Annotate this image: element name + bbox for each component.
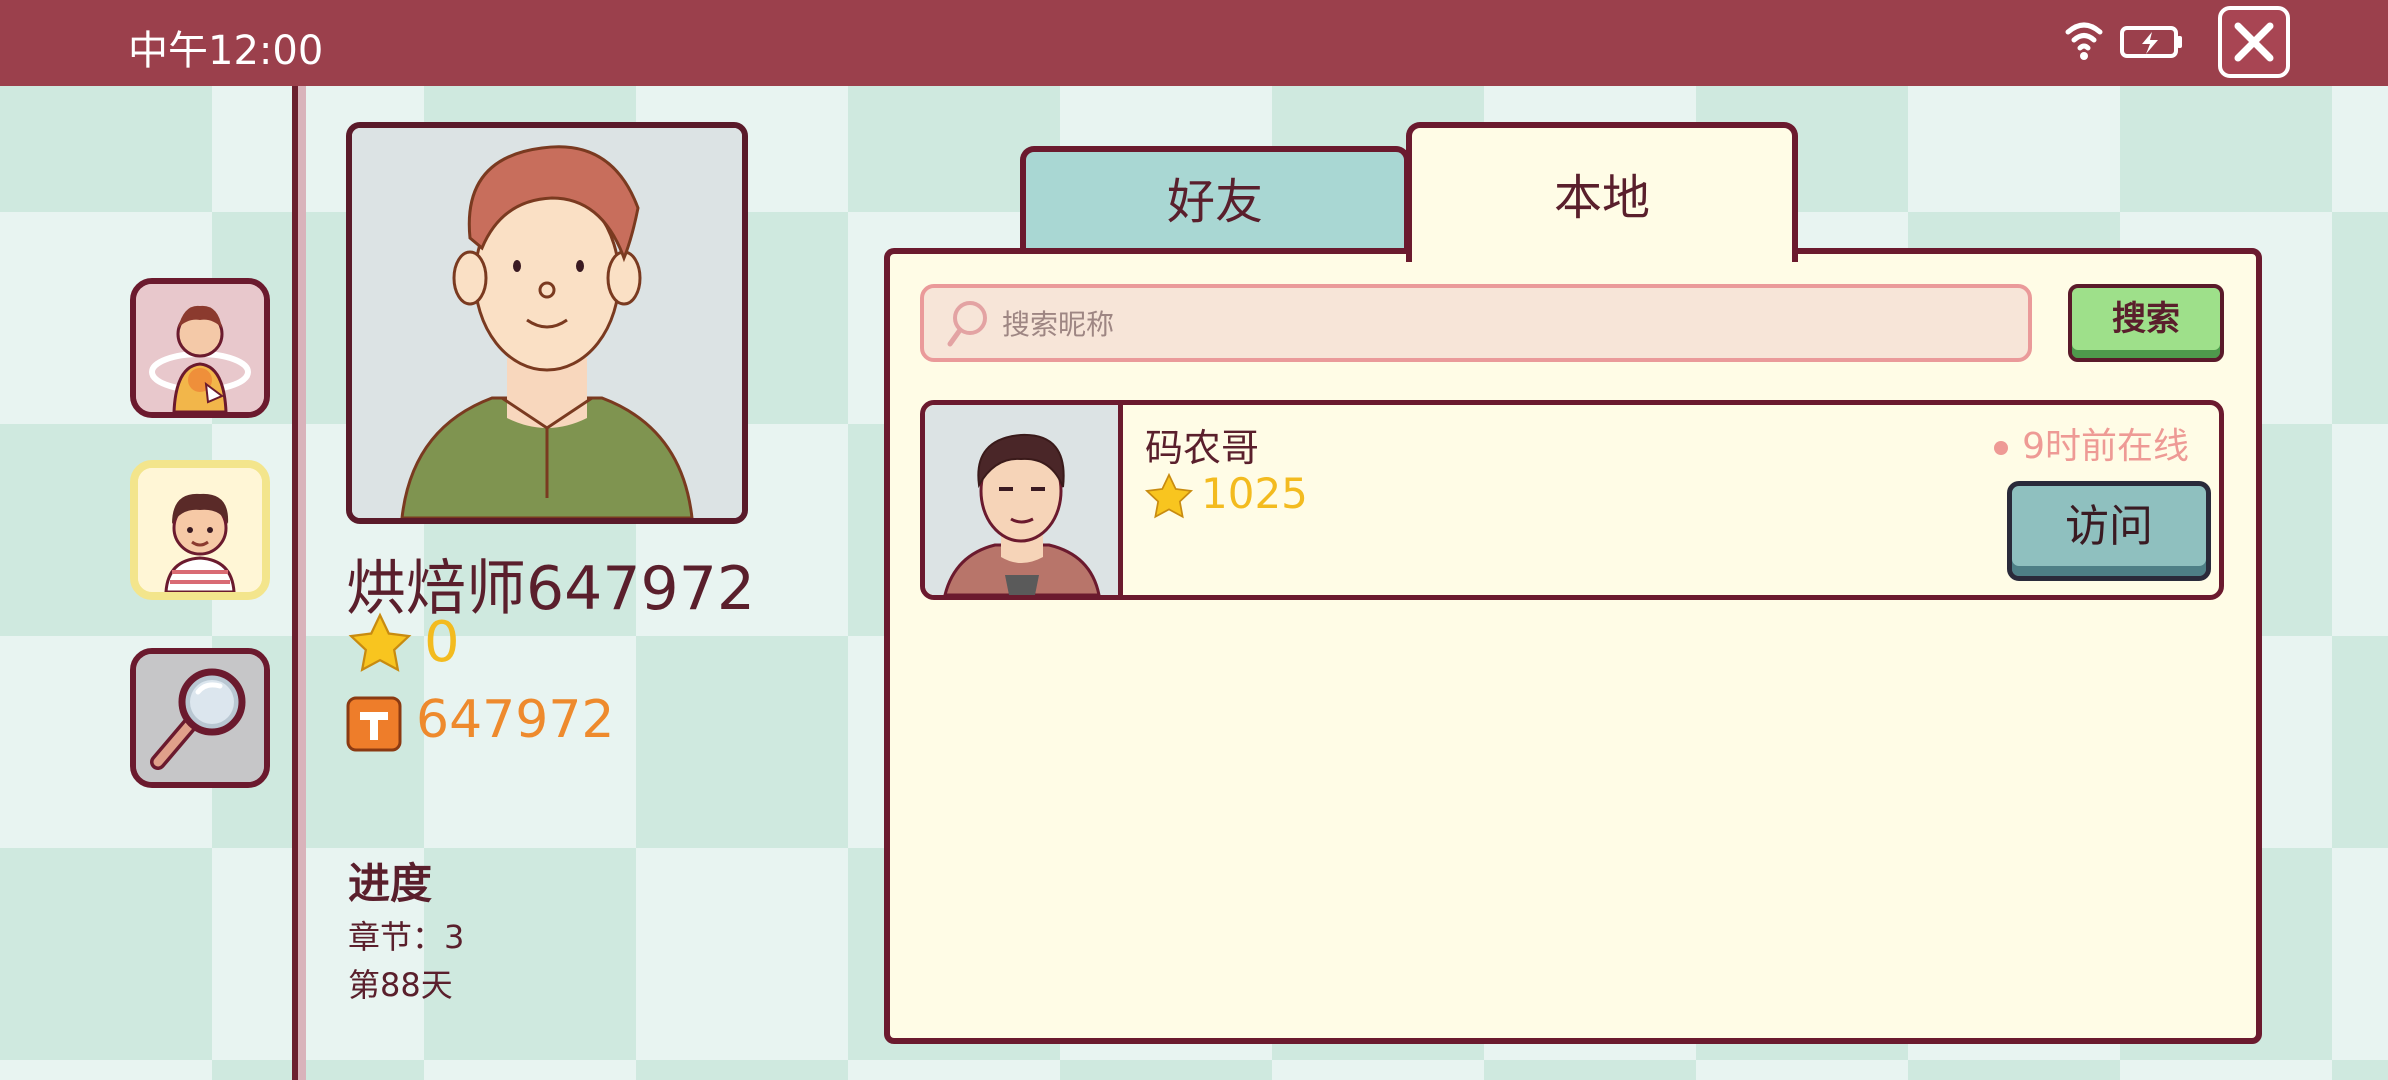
sidebar-divider xyxy=(292,86,306,1080)
wifi-icon xyxy=(2065,22,2103,60)
player-code-value: 647972 xyxy=(416,690,615,750)
search-button[interactable]: 搜索 xyxy=(2068,284,2224,362)
tab-local[interactable]: 本地 xyxy=(1406,122,1798,262)
online-status: 9时前在线 xyxy=(1994,417,2189,469)
friend-name: 码农哥 xyxy=(1145,426,1260,470)
sidebar-item-profile[interactable] xyxy=(130,460,270,600)
progress-title: 进度 xyxy=(348,859,433,908)
online-status-text: 9时前在线 xyxy=(2022,426,2189,467)
search-input[interactable] xyxy=(1000,288,2004,360)
star-icon xyxy=(1144,472,1194,519)
player-stars-count: 0 xyxy=(424,610,460,675)
progress-day: 第88天 xyxy=(348,966,453,1004)
chef-pizza-icon xyxy=(136,284,264,412)
clock-text: 中午12:00 xyxy=(128,28,324,74)
visit-button[interactable]: 访问 xyxy=(2007,481,2211,581)
coder-avatar-icon xyxy=(925,405,1118,595)
friends-panel xyxy=(884,248,2262,1044)
status-bar: 中午12:00 xyxy=(0,0,2388,86)
t-badge-icon xyxy=(346,696,402,752)
list-item: 码农哥 1025 9时前在线 访问 xyxy=(920,400,2224,600)
sidebar-item-search[interactable] xyxy=(130,648,270,788)
battery-icon xyxy=(2120,26,2182,58)
magnifier-icon xyxy=(136,654,264,782)
friend-avatar xyxy=(925,405,1123,595)
star-icon xyxy=(348,612,412,672)
progress-chapter: 章节：3 xyxy=(348,918,465,956)
player-portrait xyxy=(346,122,748,524)
player-avatar-icon xyxy=(352,128,742,518)
boy-avatar-icon xyxy=(138,468,262,592)
close-icon xyxy=(2234,22,2274,62)
friend-stars-count: 1025 xyxy=(1201,469,1308,518)
close-button[interactable] xyxy=(2218,6,2290,78)
sidebar-item-chef[interactable] xyxy=(130,278,270,418)
tab-friends[interactable]: 好友 xyxy=(1020,146,1410,254)
search-icon xyxy=(947,301,987,347)
search-bar[interactable] xyxy=(920,284,2032,362)
status-dot-icon xyxy=(1994,441,2009,455)
